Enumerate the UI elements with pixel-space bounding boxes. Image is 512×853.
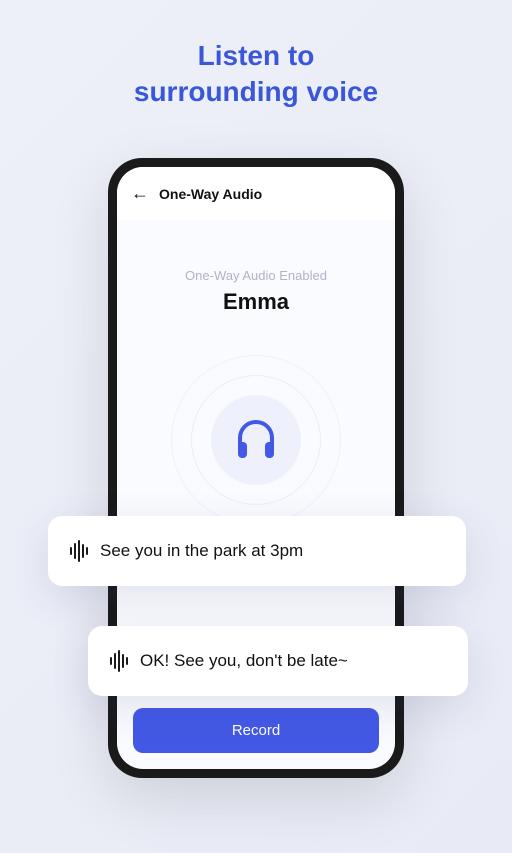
waveform-icon [110, 650, 128, 672]
waveform-icon [70, 540, 88, 562]
header-title: One-Way Audio [159, 186, 262, 202]
status-label: One-Way Audio Enabled [117, 268, 395, 283]
record-button-label: Record [232, 722, 280, 739]
marketing-title-line2: surrounding voice [0, 74, 512, 110]
headphones-icon [232, 416, 280, 464]
transcript-bubble-2: OK! See you, don't be late~ [88, 626, 468, 696]
app-header: ← One-Way Audio [117, 167, 395, 220]
record-button[interactable]: Record [133, 708, 379, 753]
transcript-text-2: OK! See you, don't be late~ [140, 651, 348, 671]
audio-circle [211, 395, 301, 485]
audio-visual [171, 355, 341, 525]
transcript-bubble-1: See you in the park at 3pm [48, 516, 466, 586]
marketing-title: Listen to surrounding voice [0, 0, 512, 111]
back-arrow-icon[interactable]: ← [131, 183, 149, 204]
transcript-text-1: See you in the park at 3pm [100, 541, 303, 561]
audio-content: One-Way Audio Enabled Emma [117, 220, 395, 525]
marketing-title-line1: Listen to [0, 38, 512, 74]
person-name: Emma [117, 289, 395, 315]
